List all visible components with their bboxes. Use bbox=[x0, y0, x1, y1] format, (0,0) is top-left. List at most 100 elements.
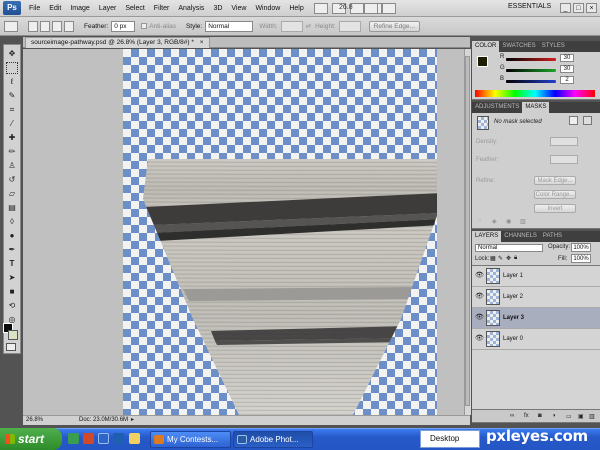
lasso-tool-icon[interactable]: ℓ bbox=[6, 76, 18, 88]
desktop-toolbar[interactable]: Desktop bbox=[420, 430, 480, 448]
type-tool-icon[interactable]: T bbox=[6, 258, 18, 270]
color-range-button[interactable]: Color Range... bbox=[534, 190, 576, 199]
clone-stamp-tool-icon[interactable]: ♙ bbox=[6, 160, 18, 172]
history-brush-tool-icon[interactable]: ↺ bbox=[6, 174, 18, 186]
menu-3d[interactable]: 3D bbox=[213, 5, 222, 12]
taskbar-firefox[interactable]: My Contests... bbox=[150, 431, 231, 448]
shape-tool-icon[interactable]: ■ bbox=[6, 286, 18, 298]
add-vector-mask-icon[interactable] bbox=[583, 116, 592, 125]
menu-file[interactable]: File bbox=[29, 5, 40, 12]
feather-input[interactable]: 0 px bbox=[111, 20, 136, 32]
add-to-selection-icon[interactable] bbox=[40, 20, 50, 32]
screen-mode-icon[interactable] bbox=[382, 3, 396, 14]
eraser-tool-icon[interactable]: ▱ bbox=[6, 188, 18, 200]
visibility-eye-icon[interactable]: 👁︎ bbox=[475, 272, 484, 279]
arrange-documents-icon[interactable] bbox=[364, 3, 378, 14]
tab-styles[interactable]: STYLES bbox=[539, 41, 568, 52]
quick-mask-icon[interactable] bbox=[6, 343, 16, 351]
maximize-icon[interactable]: □ bbox=[573, 3, 584, 13]
close-tab-icon[interactable]: × bbox=[200, 39, 204, 46]
color-r-slider[interactable] bbox=[506, 58, 556, 61]
menu-view[interactable]: View bbox=[231, 5, 246, 12]
dodge-tool-icon[interactable]: ● bbox=[6, 230, 18, 242]
eyedropper-tool-icon[interactable]: ⁄ bbox=[6, 118, 18, 130]
brush-tool-icon[interactable]: ✏ bbox=[6, 146, 18, 158]
visibility-eye-icon[interactable]: 👁︎ bbox=[475, 314, 484, 321]
trash-icon[interactable]: ▥ bbox=[589, 413, 595, 420]
swap-dimensions-icon[interactable]: ⇄ bbox=[306, 22, 311, 30]
document-tab[interactable]: sourceimage-pathway.psd @ 26.8% (Layer 3… bbox=[25, 37, 210, 48]
density-input[interactable] bbox=[550, 137, 578, 146]
folder-quick-launch-icon[interactable] bbox=[129, 433, 140, 444]
layer-row-selected[interactable]: 👁︎ Layer 3 bbox=[472, 308, 600, 329]
quick-launch-icon[interactable] bbox=[68, 433, 79, 444]
menu-analysis[interactable]: Analysis bbox=[178, 5, 204, 12]
lock-image-icon[interactable]: ✎ bbox=[498, 255, 503, 262]
zoom-level[interactable]: 26.8 bbox=[339, 4, 353, 11]
photoshop-quick-launch-icon[interactable] bbox=[113, 433, 124, 444]
invert-button[interactable]: Invert bbox=[534, 204, 576, 213]
photoshop-logo-icon[interactable]: Ps bbox=[3, 1, 21, 15]
intersect-selection-icon[interactable] bbox=[64, 20, 74, 32]
style-select[interactable]: Normal bbox=[205, 20, 254, 32]
color-g-slider[interactable] bbox=[506, 69, 556, 72]
quick-select-tool-icon[interactable]: ✎ bbox=[6, 90, 18, 102]
path-select-tool-icon[interactable]: ➤ bbox=[6, 272, 18, 284]
delete-mask-icon[interactable]: ▥ bbox=[520, 218, 526, 225]
gradient-tool-icon[interactable]: ▤ bbox=[6, 202, 18, 214]
color-g-value[interactable]: 30 bbox=[560, 65, 574, 73]
disable-mask-icon[interactable]: ◉ bbox=[506, 218, 511, 225]
visibility-eye-icon[interactable]: 👁︎ bbox=[475, 293, 484, 300]
menu-filter[interactable]: Filter bbox=[154, 5, 170, 12]
new-selection-icon[interactable] bbox=[28, 20, 38, 32]
lock-all-icon[interactable]: 🔒︎ bbox=[514, 255, 517, 262]
refine-edge-button[interactable]: Refine Edge... bbox=[368, 20, 420, 32]
add-mask-icon[interactable]: ◙ bbox=[538, 413, 542, 419]
tool-preset-icon[interactable] bbox=[4, 20, 18, 32]
blend-mode-select[interactable]: Normal bbox=[475, 244, 543, 252]
quick-launch-icon[interactable] bbox=[98, 433, 109, 444]
mask-feather-input[interactable] bbox=[550, 155, 578, 164]
menu-window[interactable]: Window bbox=[255, 5, 280, 12]
new-group-icon[interactable]: ▭ bbox=[566, 413, 572, 420]
lock-position-icon[interactable]: ✥ bbox=[506, 255, 511, 262]
crop-tool-icon[interactable]: ⌗ bbox=[6, 104, 18, 116]
menu-layer[interactable]: Layer bbox=[99, 5, 117, 12]
layer-row[interactable]: 👁︎ Layer 0 bbox=[472, 329, 600, 350]
background-color-swatch[interactable] bbox=[8, 330, 18, 340]
3d-rotate-tool-icon[interactable]: ⟲ bbox=[6, 300, 18, 312]
tab-layers[interactable]: LAYERS bbox=[472, 231, 502, 242]
height-input[interactable] bbox=[338, 20, 361, 32]
menu-select[interactable]: Select bbox=[125, 5, 144, 12]
workspace-switcher[interactable]: ESSENTIALS bbox=[508, 3, 551, 10]
width-input[interactable] bbox=[280, 20, 303, 32]
color-r-value[interactable]: 30 bbox=[560, 54, 574, 62]
menu-help[interactable]: Help bbox=[289, 5, 303, 12]
vertical-scrollbar-thumb[interactable] bbox=[465, 56, 470, 406]
adjustment-layer-icon[interactable]: ◑ bbox=[552, 413, 556, 419]
close-icon[interactable]: × bbox=[586, 3, 597, 13]
tab-color[interactable]: COLOR bbox=[472, 41, 500, 52]
link-layers-icon[interactable]: ∞ bbox=[510, 413, 514, 419]
layer-style-icon[interactable]: fx bbox=[524, 413, 529, 419]
color-b-slider[interactable] bbox=[506, 80, 556, 83]
menu-edit[interactable]: Edit bbox=[49, 5, 61, 12]
load-selection-icon[interactable]: ◌ bbox=[478, 218, 482, 224]
bridge-icon[interactable] bbox=[313, 2, 328, 14]
apply-mask-icon[interactable]: ◈ bbox=[492, 218, 497, 225]
tab-masks[interactable]: MASKS bbox=[522, 102, 550, 113]
quick-launch-icon[interactable] bbox=[83, 433, 94, 444]
healing-tool-icon[interactable]: ✚ bbox=[6, 132, 18, 144]
fill-input[interactable]: 100% bbox=[571, 254, 591, 263]
move-tool-icon[interactable]: ✥ bbox=[6, 48, 18, 60]
lock-transparent-icon[interactable]: ▦ bbox=[490, 255, 496, 262]
subtract-selection-icon[interactable] bbox=[52, 20, 62, 32]
visibility-eye-icon[interactable]: 👁︎ bbox=[475, 335, 484, 342]
mask-edge-button[interactable]: Mask Edge... bbox=[534, 176, 576, 185]
antialias-checkbox[interactable] bbox=[141, 23, 148, 29]
color-spectrum-bar[interactable] bbox=[475, 90, 595, 97]
color-foreground-swatch[interactable] bbox=[477, 56, 488, 67]
pen-tool-icon[interactable]: ✒ bbox=[6, 244, 18, 256]
zoom-status[interactable]: 26.8% bbox=[26, 416, 43, 425]
tab-paths[interactable]: PATHS bbox=[540, 231, 565, 242]
